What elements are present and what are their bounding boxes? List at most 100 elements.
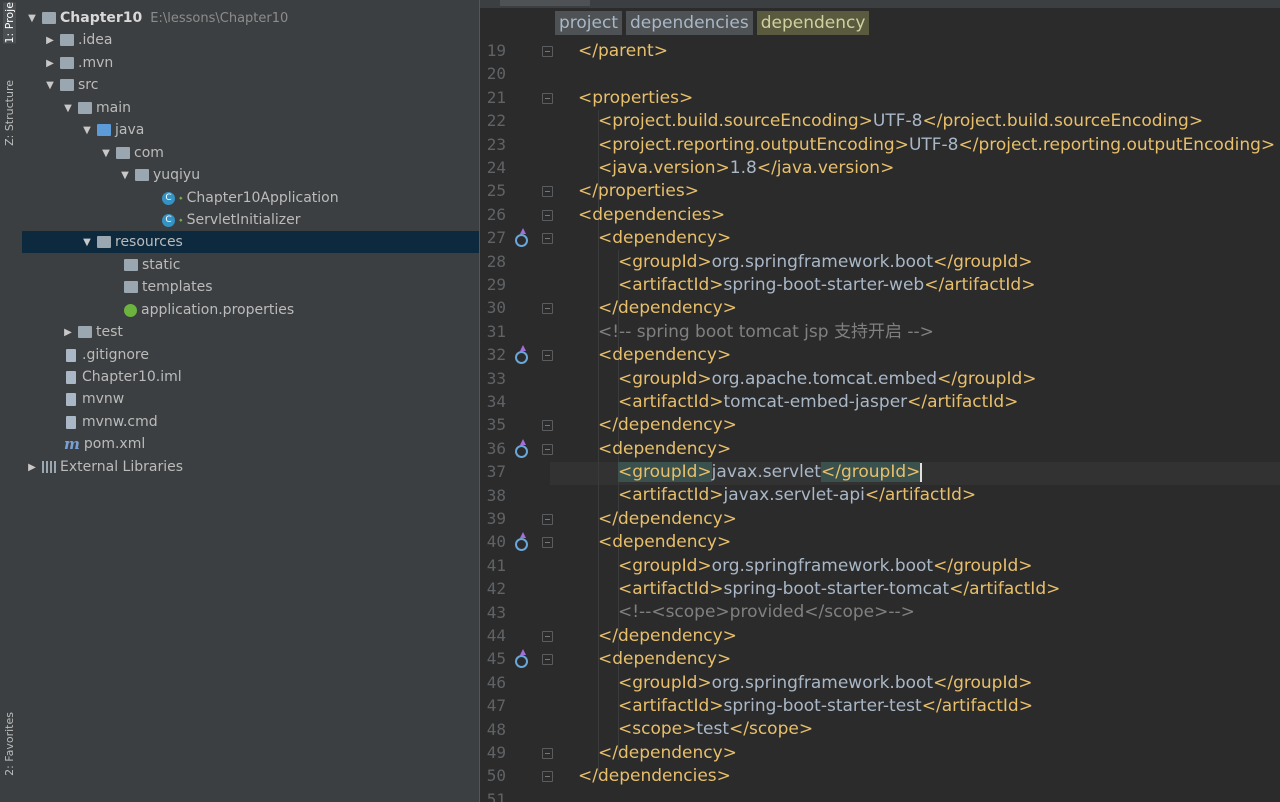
tree-node-pom[interactable]: m pom.xml: [22, 433, 479, 455]
line-number: 33: [486, 368, 506, 388]
tree-node-mvnw[interactable]: mvnw: [22, 388, 479, 410]
tree-node-static[interactable]: static: [22, 254, 479, 276]
chevron-right-icon[interactable]: ▶: [26, 462, 38, 473]
editor-tab[interactable]: [500, 0, 590, 6]
tree-node-yuqiyu[interactable]: ▼ yuqiyu: [22, 164, 479, 186]
chevron-down-icon[interactable]: ▼: [62, 103, 74, 114]
xml-tag: </parent>: [578, 41, 668, 61]
breadcrumb-dependencies[interactable]: dependencies: [626, 11, 753, 35]
xml-tag: </artifactId>: [907, 392, 1019, 412]
xml-value: javax.servlet-api: [723, 485, 865, 505]
project-tool-tab[interactable]: 1: Proje: [3, 2, 16, 44]
resources-folder-icon: [97, 236, 111, 248]
xml-tag: </dependency>: [598, 509, 737, 529]
fold-end-icon[interactable]: [542, 303, 553, 314]
fold-icon[interactable]: [542, 210, 553, 221]
tree-node-label: java: [115, 122, 145, 138]
overrides-icon[interactable]: [515, 228, 528, 247]
chevron-down-icon[interactable]: ▼: [81, 237, 93, 248]
tree-node-java[interactable]: ▼ java: [22, 119, 479, 141]
xml-tag: <artifactId>: [618, 275, 724, 295]
tree-node-application-properties[interactable]: application.properties: [22, 299, 479, 321]
xml-tag: </dependency>: [598, 626, 737, 646]
chevron-right-icon[interactable]: ▶: [44, 35, 56, 46]
tree-node-label: mvnw.cmd: [82, 414, 158, 430]
breadcrumb-project[interactable]: project: [555, 11, 623, 35]
tree-node-label: mvnw: [82, 391, 125, 407]
package-icon: [116, 147, 130, 159]
tree-node-com[interactable]: ▼ com: [22, 142, 479, 164]
fold-end-icon[interactable]: [542, 46, 553, 57]
fold-end-icon[interactable]: [542, 748, 553, 759]
xml-value: spring-boot-starter-test: [723, 696, 922, 716]
line-number: 24: [486, 158, 506, 177]
line-number: 22: [486, 111, 506, 131]
code-line: <!--<scope>provided</scope>-->: [618, 601, 915, 624]
line-number: 28: [486, 251, 506, 271]
fold-icon[interactable]: [542, 350, 553, 361]
fold-end-icon[interactable]: [542, 631, 553, 642]
line-number: 44: [486, 626, 506, 645]
overrides-icon[interactable]: [515, 345, 528, 364]
tree-node-idea[interactable]: ▶ .idea: [22, 29, 479, 51]
chevron-down-icon[interactable]: ▼: [119, 170, 131, 181]
xml-tag: </project.build.sourceEncoding>: [922, 111, 1204, 131]
chevron-right-icon[interactable]: ▶: [44, 58, 56, 69]
fold-end-icon[interactable]: [542, 771, 553, 782]
tree-node-gitignore[interactable]: .gitignore: [22, 344, 479, 366]
fold-icon[interactable]: [542, 654, 553, 665]
favorites-tool-tab[interactable]: 2: Favorites: [3, 712, 16, 776]
xml-value: spring-boot-starter-tomcat: [723, 579, 950, 599]
spring-bean-icon: ⬩: [179, 214, 183, 226]
xml-value: org.springframework.boot: [711, 673, 934, 693]
code-editor[interactable]: project dependencies dependency 19 20 21 22…: [479, 0, 1280, 802]
code-line: <dependency>: [598, 531, 731, 554]
tree-node-main[interactable]: ▼ main: [22, 97, 479, 119]
xml-value: test: [696, 719, 729, 739]
tree-node-servletinitializer[interactable]: C ⬩ ServletInitializer: [22, 209, 479, 231]
module-folder-icon: [42, 12, 56, 24]
code-line: <artifactId>javax.servlet-api</artifactI…: [618, 484, 976, 507]
tree-node-mvnw-cmd[interactable]: mvnw.cmd: [22, 411, 479, 433]
xml-tag: </artifactId>: [921, 696, 1033, 716]
chevron-down-icon[interactable]: ▼: [81, 125, 93, 136]
chevron-down-icon[interactable]: ▼: [26, 13, 38, 24]
fold-end-icon[interactable]: [542, 420, 553, 431]
tree-node-mvn[interactable]: ▶ .mvn: [22, 52, 479, 74]
chevron-down-icon[interactable]: ▼: [44, 80, 56, 91]
fold-icon[interactable]: [542, 93, 553, 104]
xml-tag: </dependencies>: [578, 766, 731, 786]
overrides-icon[interactable]: [515, 649, 528, 668]
structure-tool-tab[interactable]: Z: Structure: [3, 80, 16, 146]
line-number: 23: [486, 134, 506, 154]
tree-node-root[interactable]: ▼ Chapter10 E:\lessons\Chapter10: [22, 7, 479, 29]
tree-node-src[interactable]: ▼ src: [22, 74, 479, 96]
overrides-icon[interactable]: [515, 439, 528, 458]
tree-node-external-libraries[interactable]: ▶ External Libraries: [22, 456, 479, 478]
tree-node-resources[interactable]: ▼ resources: [22, 231, 479, 253]
overrides-icon[interactable]: [515, 532, 528, 551]
xml-value: spring-boot-starter-web: [723, 275, 925, 295]
fold-icon[interactable]: [542, 233, 553, 244]
line-number: 19: [486, 41, 506, 60]
tree-node-chapter10application[interactable]: C ⬩ Chapter10Application: [22, 187, 479, 209]
tree-node-templates[interactable]: templates: [22, 276, 479, 298]
folder-icon: [78, 102, 92, 114]
code-line: <dependency>: [598, 438, 731, 461]
tree-node-test[interactable]: ▶ test: [22, 321, 479, 343]
code-line: <artifactId>spring-boot-starter-test</ar…: [618, 695, 1033, 718]
code-line: <!-- spring boot tomcat jsp 支持开启 -->: [598, 321, 934, 344]
fold-end-icon[interactable]: [542, 186, 553, 197]
fold-end-icon[interactable]: [542, 514, 553, 525]
xml-tag: <artifactId>: [618, 392, 724, 412]
fold-icon[interactable]: [542, 537, 553, 548]
breadcrumb-dependency[interactable]: dependency: [756, 11, 870, 35]
line-number: 35: [486, 415, 506, 435]
tree-node-iml[interactable]: Chapter10.iml: [22, 366, 479, 388]
fold-icon[interactable]: [542, 444, 553, 455]
chevron-right-icon[interactable]: ▶: [62, 327, 74, 338]
chevron-down-icon[interactable]: ▼: [100, 148, 112, 159]
folder-icon: [78, 326, 92, 338]
line-number: 41: [486, 555, 506, 575]
library-icon: [42, 461, 56, 473]
